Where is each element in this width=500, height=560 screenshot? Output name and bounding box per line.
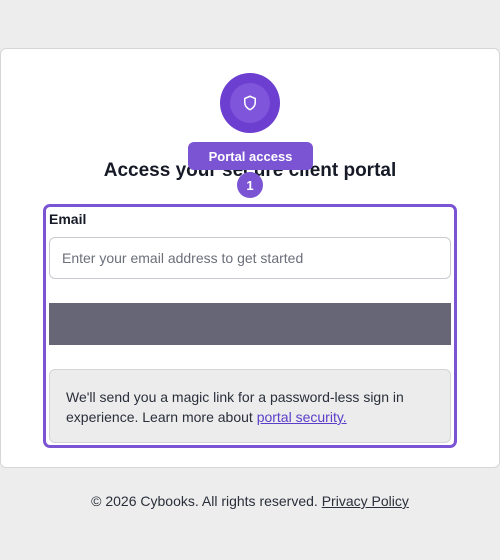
- portal-security-link[interactable]: portal security.: [257, 409, 347, 425]
- privacy-policy-link[interactable]: Privacy Policy: [322, 493, 409, 509]
- info-box: We'll send you a magic link for a passwo…: [49, 369, 451, 443]
- info-text: We'll send you a magic link for a passwo…: [66, 389, 404, 425]
- shield-icon: [244, 95, 256, 111]
- submit-button[interactable]: [49, 303, 451, 345]
- portal-access-tooltip: Portal access: [188, 142, 313, 170]
- email-label: Email: [49, 211, 87, 227]
- step-badge: 1: [237, 172, 263, 198]
- email-field[interactable]: [49, 237, 451, 279]
- logo-inner: [230, 83, 270, 123]
- footer: © 2026 Cybooks. All rights reserved. Pri…: [0, 493, 500, 509]
- copyright-text: © 2026 Cybooks. All rights reserved.: [91, 493, 322, 509]
- logo: [220, 73, 280, 133]
